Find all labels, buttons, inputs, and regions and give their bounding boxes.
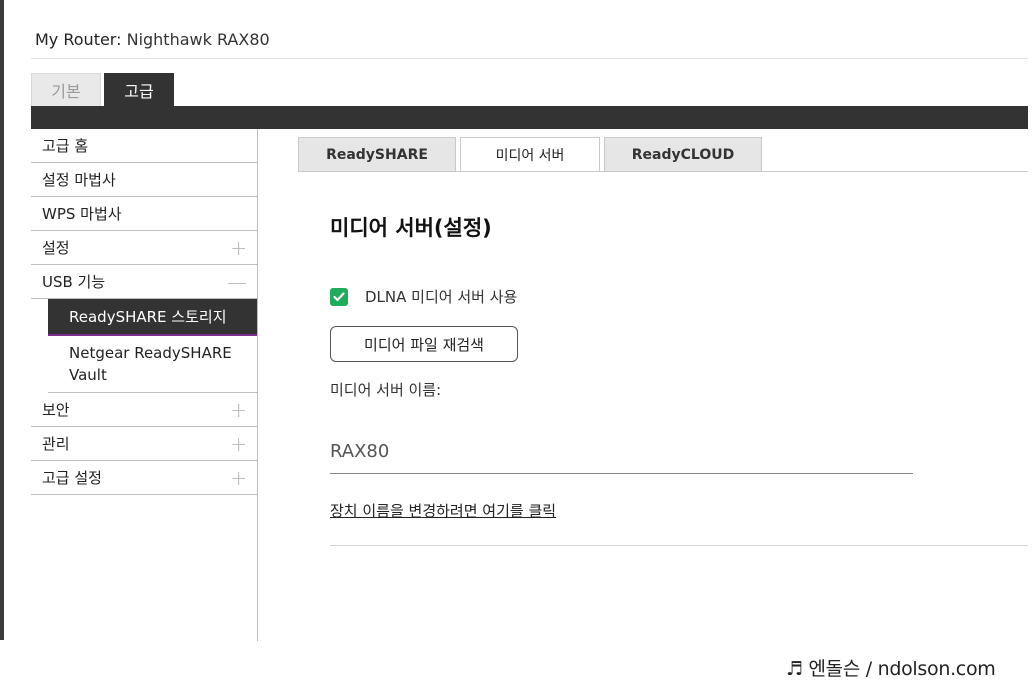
sidebar-item-wps-wizard[interactable]: WPS 마법사: [31, 197, 257, 231]
section-heading: 미디어 서버(설정): [330, 216, 492, 240]
rename-device-link[interactable]: 장치 이름을 변경하려면 여기를 클릭: [330, 500, 556, 521]
tab-media-server[interactable]: 미디어 서버: [460, 137, 600, 172]
sidebar-item-label: 설정 마법사: [42, 171, 116, 189]
server-name-input[interactable]: [330, 429, 913, 474]
sidebar-item-usb[interactable]: USB 기능 —: [31, 265, 257, 299]
sidebar-subitem-readyshare-storage[interactable]: ReadySHARE 스토리지: [48, 299, 257, 336]
window-left-edge: [0, 0, 4, 640]
server-name-label: 미디어 서버 이름:: [330, 381, 442, 399]
subtab-divider: [298, 171, 1028, 172]
header-bar: [31, 106, 1028, 129]
router-model: Nighthawk RAX80: [126, 30, 270, 49]
sidebar-item-advanced-home[interactable]: 고급 홈: [31, 129, 257, 163]
tab-readyshare[interactable]: ReadySHARE: [298, 137, 456, 171]
watermark: ♬ 엔돌슨 / ndolson.com: [786, 658, 996, 680]
rescan-media-button[interactable]: 미디어 파일 재검색: [330, 326, 518, 362]
title-prefix: My Router:: [35, 30, 122, 49]
tab-basic[interactable]: 기본: [31, 73, 101, 106]
expand-plus-icon[interactable]: +: [230, 236, 247, 260]
sidebar-item-label: 설정: [42, 239, 70, 257]
sidebar-item-label: 고급 설정: [42, 469, 102, 487]
checkmark-icon: [333, 291, 345, 301]
dlna-option: DLNA 미디어 서버 사용: [330, 286, 517, 307]
sidebar-item-setup[interactable]: 설정 +: [31, 231, 257, 265]
sidebar-item-label: 고급 홈: [42, 137, 89, 155]
expand-plus-icon[interactable]: +: [230, 398, 247, 422]
sidebar-item-label: WPS 마법사: [42, 205, 122, 223]
page-title: My Router: Nighthawk RAX80: [35, 30, 270, 49]
sidebar-item-advanced-setup[interactable]: 고급 설정 +: [31, 461, 257, 495]
dlna-checkbox[interactable]: [330, 287, 348, 306]
sidebar-item-label: USB 기능: [42, 273, 106, 291]
sidebar-item-administration[interactable]: 관리 +: [31, 427, 257, 461]
sidebar: 고급 홈 설정 마법사 WPS 마법사 설정 + USB 기능 — ReadyS…: [31, 129, 257, 495]
title-divider: [31, 58, 1028, 59]
expand-plus-icon[interactable]: +: [230, 432, 247, 456]
sidebar-item-label: 관리: [42, 435, 70, 453]
expand-plus-icon[interactable]: +: [230, 466, 247, 490]
content-divider: [330, 545, 1028, 546]
sidebar-subitem-readyshare-vault[interactable]: Netgear ReadySHARE Vault: [48, 336, 257, 393]
sidebar-item-security[interactable]: 보안 +: [31, 393, 257, 427]
sidebar-item-label: 보안: [42, 401, 70, 419]
collapse-minus-icon[interactable]: —: [227, 270, 247, 294]
tab-readycloud[interactable]: ReadyCLOUD: [604, 137, 762, 171]
tab-advanced[interactable]: 고급: [104, 73, 174, 106]
sidebar-item-setup-wizard[interactable]: 설정 마법사: [31, 163, 257, 197]
dlna-label: DLNA 미디어 서버 사용: [365, 288, 518, 306]
sidebar-divider: [257, 129, 258, 641]
